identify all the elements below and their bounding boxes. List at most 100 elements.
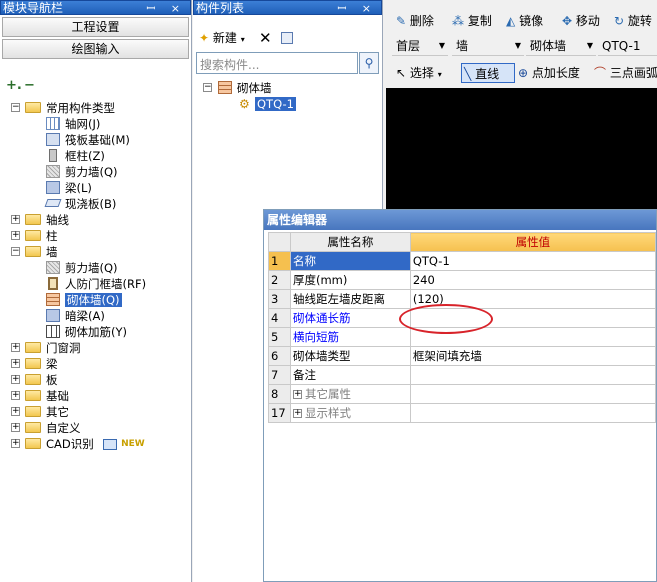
property-row[interactable]: 8 + 其它属性 bbox=[268, 384, 657, 404]
property-row[interactable]: 6 砌体墙类型 框架间填充墙 bbox=[268, 346, 657, 366]
tree-item-axis-grid[interactable]: 轴网(J) bbox=[46, 116, 100, 132]
property-value[interactable] bbox=[409, 365, 657, 385]
collapse-icon[interactable]: − bbox=[203, 83, 212, 92]
tree-item-wall-shear-wall[interactable]: 剪力墙(Q) bbox=[46, 260, 118, 276]
property-value[interactable]: QTQ-1 bbox=[409, 251, 657, 271]
expand-icon[interactable]: + bbox=[11, 391, 20, 400]
select-label: 选择 bbox=[409, 66, 434, 80]
property-value bbox=[409, 403, 657, 423]
point-length-button[interactable]: ⊕ 点加长度 bbox=[518, 63, 580, 83]
tree-item-beam[interactable]: 梁(L) bbox=[46, 180, 92, 196]
element-name-select[interactable]: QTQ-1 bbox=[598, 36, 657, 56]
expand-icon[interactable]: + bbox=[292, 408, 302, 418]
tree-item-shear-wall[interactable]: 剪力墙(Q) bbox=[46, 164, 118, 180]
tree-label: 现浇板(B) bbox=[65, 197, 117, 211]
floor-select[interactable]: 首层 ▼ bbox=[392, 36, 448, 56]
slab-icon bbox=[44, 199, 62, 207]
component-tree-root[interactable]: − 砌体墙 bbox=[203, 80, 272, 96]
expand-icon[interactable]: + bbox=[11, 407, 20, 416]
tree-item-cad-recognition[interactable]: + CAD识别 NEW bbox=[11, 436, 145, 452]
tree-item-beam-group[interactable]: + 梁 bbox=[11, 356, 58, 372]
line-label: 直线 bbox=[475, 67, 500, 81]
select-button[interactable]: ↖ 选择 ▾ bbox=[396, 63, 442, 83]
panel-pin-close-icons[interactable]: ꟷ × bbox=[146, 1, 186, 16]
tree-item-masonry-wall[interactable]: 砌体墙(Q) bbox=[46, 292, 122, 308]
expand-icon[interactable]: + bbox=[11, 359, 20, 368]
tree-item-foundation[interactable]: + 基础 bbox=[11, 388, 69, 404]
tree-item-raft-foundation[interactable]: 筏板基础(M) bbox=[46, 132, 130, 148]
collapse-icon[interactable]: − bbox=[11, 247, 20, 256]
tree-label: 常用构件类型 bbox=[46, 101, 115, 115]
engineering-settings-button[interactable]: 工程设置 bbox=[2, 17, 189, 37]
expand-icon[interactable]: + bbox=[11, 375, 20, 384]
expand-icon[interactable]: + bbox=[11, 231, 20, 240]
tree-item-wall[interactable]: − 墙 bbox=[11, 244, 58, 260]
property-value[interactable]: 240 bbox=[409, 270, 657, 290]
dropdown-arrow-icon: ▾ bbox=[437, 70, 442, 79]
copy-button[interactable]: ⁂ 复制 bbox=[452, 11, 492, 31]
tree-item-door-window[interactable]: + 门窗洞 bbox=[11, 340, 81, 356]
tree-label: 梁(L) bbox=[65, 181, 92, 195]
row-number: 1 bbox=[268, 251, 291, 271]
line-button[interactable]: ╲ 直线 bbox=[461, 63, 515, 83]
component-item-qtq1[interactable]: ⚙ QTQ-1 bbox=[239, 96, 296, 112]
drawing-input-button[interactable]: 绘图输入 bbox=[2, 39, 189, 59]
property-group[interactable]: + 其它属性 bbox=[289, 384, 411, 404]
new-component-button[interactable]: ✦ 新建 ▾ bbox=[199, 28, 245, 48]
expand-icon[interactable]: + bbox=[11, 215, 20, 224]
tree-label: 板 bbox=[46, 373, 58, 387]
expand-icon[interactable]: + bbox=[11, 439, 20, 448]
property-table: 属性名称 属性值 1 名称 QTQ-1 2 厚度(mm) 240 3 轴线距左墙… bbox=[268, 232, 657, 423]
property-value-cell[interactable] bbox=[398, 304, 657, 334]
component-search-input[interactable]: 搜索构件... bbox=[196, 52, 358, 74]
tree-item-masonry-reinforcement[interactable]: 砌体加筋(Y) bbox=[46, 324, 127, 340]
tree-label-selected: 砌体墙(Q) bbox=[65, 293, 122, 307]
move-button[interactable]: ✥ 移动 bbox=[562, 11, 600, 31]
component-root-label: 砌体墙 bbox=[237, 81, 272, 95]
property-name: 砌体墙类型 bbox=[289, 346, 411, 366]
rotate-button[interactable]: ↻ 旋转 bbox=[614, 11, 652, 31]
search-icon[interactable]: ⚲ bbox=[359, 52, 379, 74]
property-value[interactable]: 框架间填充墙 bbox=[409, 346, 657, 366]
tree-label: 梁 bbox=[46, 357, 58, 371]
tree-item-column[interactable]: + 柱 bbox=[11, 228, 58, 244]
property-row[interactable]: 17 + 显示样式 bbox=[268, 403, 657, 423]
expand-icon[interactable]: + bbox=[292, 389, 302, 399]
property-row[interactable]: 2 厚度(mm) 240 bbox=[268, 270, 657, 290]
row-number: 7 bbox=[268, 365, 291, 385]
folder-icon bbox=[25, 422, 41, 433]
tree-item-custom[interactable]: + 自定义 bbox=[11, 420, 81, 436]
delete-icon[interactable]: ✕ bbox=[259, 28, 272, 48]
mirror-button[interactable]: ◭ 镜像 bbox=[506, 11, 543, 31]
element-type-select[interactable]: 墙 ▼ bbox=[452, 36, 524, 56]
tree-item-civil-defense-door-wall[interactable]: 人防门框墙(RF) bbox=[46, 276, 146, 292]
drawing-toolbars: ✎ 删除 ⁂ 复制 ◭ 镜像 ✥ 移动 ↻ 旋转 首层 ▼ 墙 ▼ 砌体墙 ▼ … bbox=[386, 0, 657, 90]
expand-all-icon[interactable]: +. bbox=[6, 78, 22, 93]
arc-icon: ⌒ bbox=[594, 66, 607, 80]
property-row[interactable]: 4 砌体通长筋 bbox=[268, 304, 657, 334]
column-icon bbox=[49, 149, 57, 162]
tree-item-slab-group[interactable]: + 板 bbox=[11, 372, 58, 388]
panel-pin-close-icons[interactable]: ꟷ × bbox=[337, 1, 377, 16]
tree-item-frame-column[interactable]: 框柱(Z) bbox=[46, 148, 105, 164]
tree-item-hidden-beam[interactable]: 暗梁(A) bbox=[46, 308, 105, 324]
three-point-arc-button[interactable]: ⌒ 三点画弧 bbox=[594, 63, 657, 83]
collapse-icon[interactable]: − bbox=[11, 103, 20, 112]
drawing-canvas[interactable] bbox=[386, 88, 657, 209]
property-row[interactable]: 1 名称 QTQ-1 bbox=[268, 251, 657, 271]
point-plus-icon: ⊕ bbox=[518, 66, 529, 80]
tree-item-axis-line[interactable]: + 轴线 bbox=[11, 212, 69, 228]
tree-item-common-types[interactable]: − 常用构件类型 bbox=[11, 100, 115, 116]
tree-item-cast-slab[interactable]: 现浇板(B) bbox=[44, 196, 117, 212]
expand-icon[interactable]: + bbox=[11, 423, 20, 432]
copy-icon[interactable] bbox=[281, 32, 293, 44]
collapse-all-icon[interactable]: − bbox=[24, 78, 35, 93]
delete-button[interactable]: ✎ 删除 bbox=[396, 11, 434, 31]
property-row[interactable]: 7 备注 bbox=[268, 365, 657, 385]
tree-label: 墙 bbox=[46, 245, 58, 259]
tree-item-other[interactable]: + 其它 bbox=[11, 404, 69, 420]
expand-icon[interactable]: + bbox=[11, 343, 20, 352]
element-subtype-select[interactable]: 砌体墙 ▼ bbox=[526, 36, 596, 56]
element-value: QTQ-1 bbox=[602, 39, 641, 53]
property-group[interactable]: + 显示样式 bbox=[289, 403, 411, 423]
